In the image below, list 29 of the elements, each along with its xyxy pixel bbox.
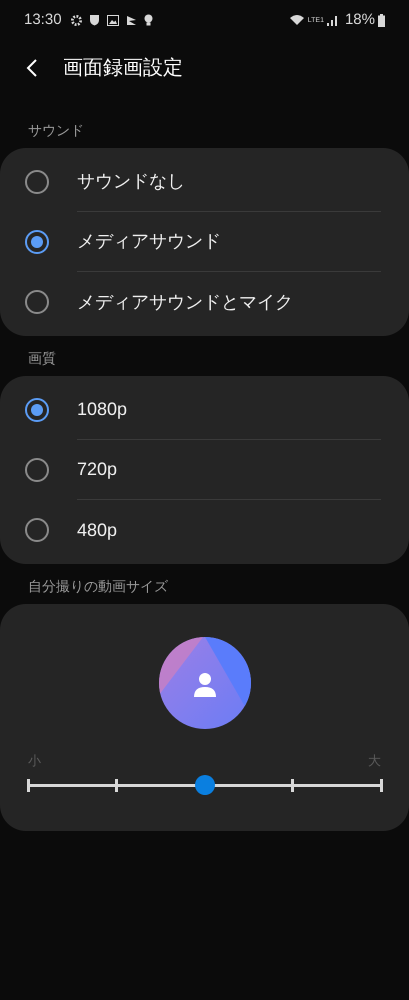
back-icon[interactable] — [26, 58, 38, 78]
slider-thumb[interactable] — [194, 774, 214, 794]
wifi-icon — [288, 14, 305, 26]
option-label[interactable]: サウンドなし — [77, 168, 185, 195]
section-label: 自分撮りの動画サイズ — [27, 577, 169, 596]
battery-percent: 18% — [344, 10, 375, 30]
option-label[interactable]: 720p — [77, 456, 118, 483]
size-slider[interactable] — [28, 772, 381, 796]
image-icon — [106, 14, 119, 26]
status-time: 13:30 — [24, 10, 62, 30]
option-label[interactable]: メディアサウンド — [77, 228, 221, 255]
option-label[interactable]: 1080p — [77, 396, 128, 423]
radio-button[interactable] — [25, 518, 49, 542]
flag-icon — [126, 14, 137, 26]
radio-button[interactable] — [25, 230, 49, 254]
section-label: サウンド — [27, 121, 85, 140]
bulb-icon — [144, 14, 153, 26]
battery-icon — [378, 14, 385, 26]
page-title: 画面録画設定 — [63, 56, 183, 81]
radio-button[interactable] — [25, 290, 49, 314]
radio-button[interactable] — [25, 170, 49, 194]
gear-icon — [70, 14, 82, 26]
option-label[interactable]: メディアサウンドとマイク — [77, 288, 293, 316]
section-label: 画質 — [27, 349, 57, 368]
radio-button[interactable] — [25, 398, 49, 422]
radio-button[interactable] — [25, 458, 49, 482]
shield-icon — [88, 14, 100, 26]
signal-icon — [326, 14, 337, 26]
option-label[interactable]: 480p — [77, 516, 118, 544]
